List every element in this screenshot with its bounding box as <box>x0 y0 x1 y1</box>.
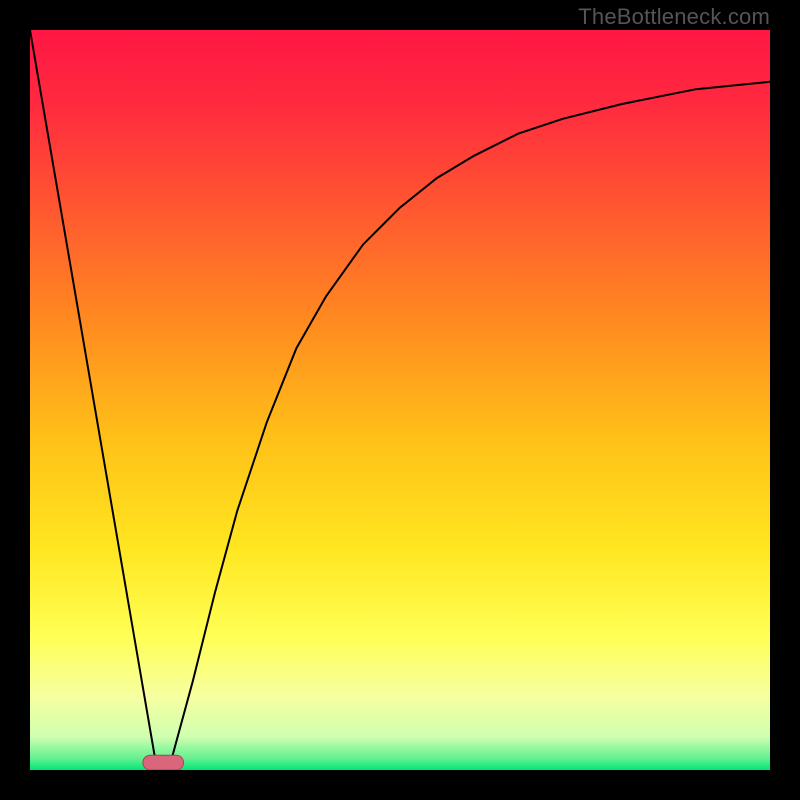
chart-frame: TheBottleneck.com <box>0 0 800 800</box>
marker-layer <box>143 755 184 770</box>
chart-plot <box>30 30 770 770</box>
watermark-text: TheBottleneck.com <box>578 4 770 30</box>
plot-background <box>30 30 770 770</box>
min-marker <box>143 755 184 770</box>
